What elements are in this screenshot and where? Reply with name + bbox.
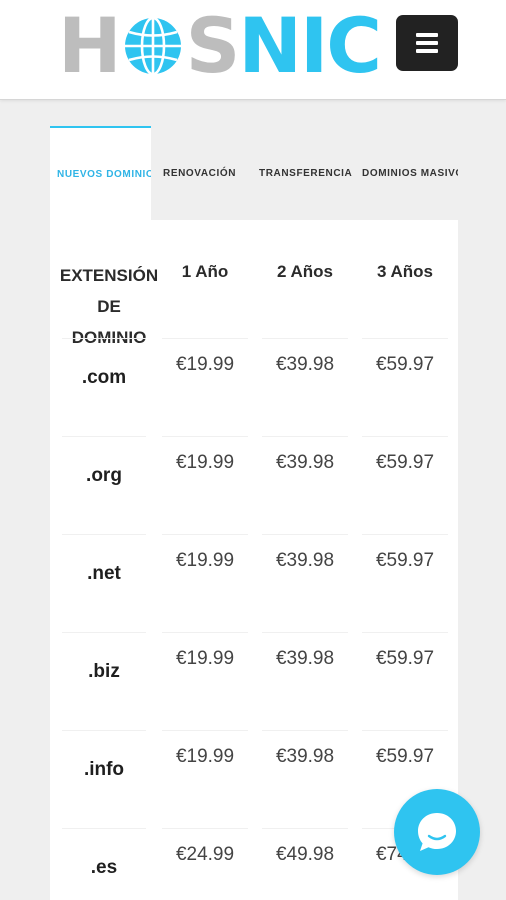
table-row: .biz €19.99 €39.98 €59.97 [50,632,458,730]
tab-renovacion[interactable]: RENOVACIÓN [156,126,246,220]
pricing-table: EXTENSIÓN DE DOMINIO 1 Año 2 Años 3 Años… [50,220,458,900]
price-1-year: €19.99 [175,746,235,767]
column-header-3-years: 3 Años [376,262,434,281]
price-1-year: €19.99 [175,648,235,669]
price-2-years: €39.98 [275,746,335,767]
logo-letters-nic: NIC [238,1,382,90]
globe-icon [124,16,181,76]
domain-extension: .net [87,563,121,584]
hosnic-logo[interactable]: H S NIC [58,1,382,90]
chat-bubble-icon [418,813,456,851]
tab-nuevos-dominios[interactable]: NUEVOS DOMINIOS [50,126,151,220]
hamburger-menu-icon [416,49,438,53]
hamburger-menu-icon [416,41,438,45]
price-2-years: €39.98 [275,452,335,473]
price-1-year: €24.99 [175,844,235,865]
chat-button[interactable] [394,789,480,875]
column-header-1-year: 1 Año [181,262,229,281]
price-1-year: €19.99 [175,354,235,375]
price-2-years: €39.98 [275,648,335,669]
domain-extension: .info [83,759,125,780]
price-3-years: €59.97 [375,746,435,767]
price-3-years: €59.97 [375,648,435,669]
site-header: H S NIC [0,0,506,100]
domain-extension: .biz [88,661,120,682]
hamburger-menu-icon [416,33,438,37]
price-2-years: €49.98 [275,844,335,865]
tab-transferencia[interactable]: TRANSFERENCIA [253,126,357,220]
price-3-years: €59.97 [375,550,435,571]
domain-extension: .org [86,465,122,486]
price-1-year: €19.99 [175,550,235,571]
pricing-tabs: NUEVOS DOMINIOS RENOVACIÓN TRANSFERENCIA… [50,126,458,220]
table-row: .info €19.99 €39.98 €59.97 [50,730,458,828]
price-3-years: €59.97 [375,354,435,375]
table-row: .org €19.99 €39.98 €59.97 [50,436,458,534]
logo-letter-s: S [185,1,241,90]
domain-extension: .es [90,857,118,878]
price-1-year: €19.99 [175,452,235,473]
column-header-2-years: 2 Años [276,262,334,281]
price-2-years: €39.98 [275,550,335,571]
logo-letter-h: H [58,1,122,90]
table-row: .com €19.99 €39.98 €59.97 [50,338,458,436]
table-row: .net €19.99 €39.98 €59.97 [50,534,458,632]
domain-extension: .com [81,367,127,388]
tab-dominios-masivos[interactable]: DOMINIOS MASIVOS [356,126,458,220]
menu-button[interactable] [396,15,458,71]
price-2-years: €39.98 [275,354,335,375]
price-3-years: €59.97 [375,452,435,473]
